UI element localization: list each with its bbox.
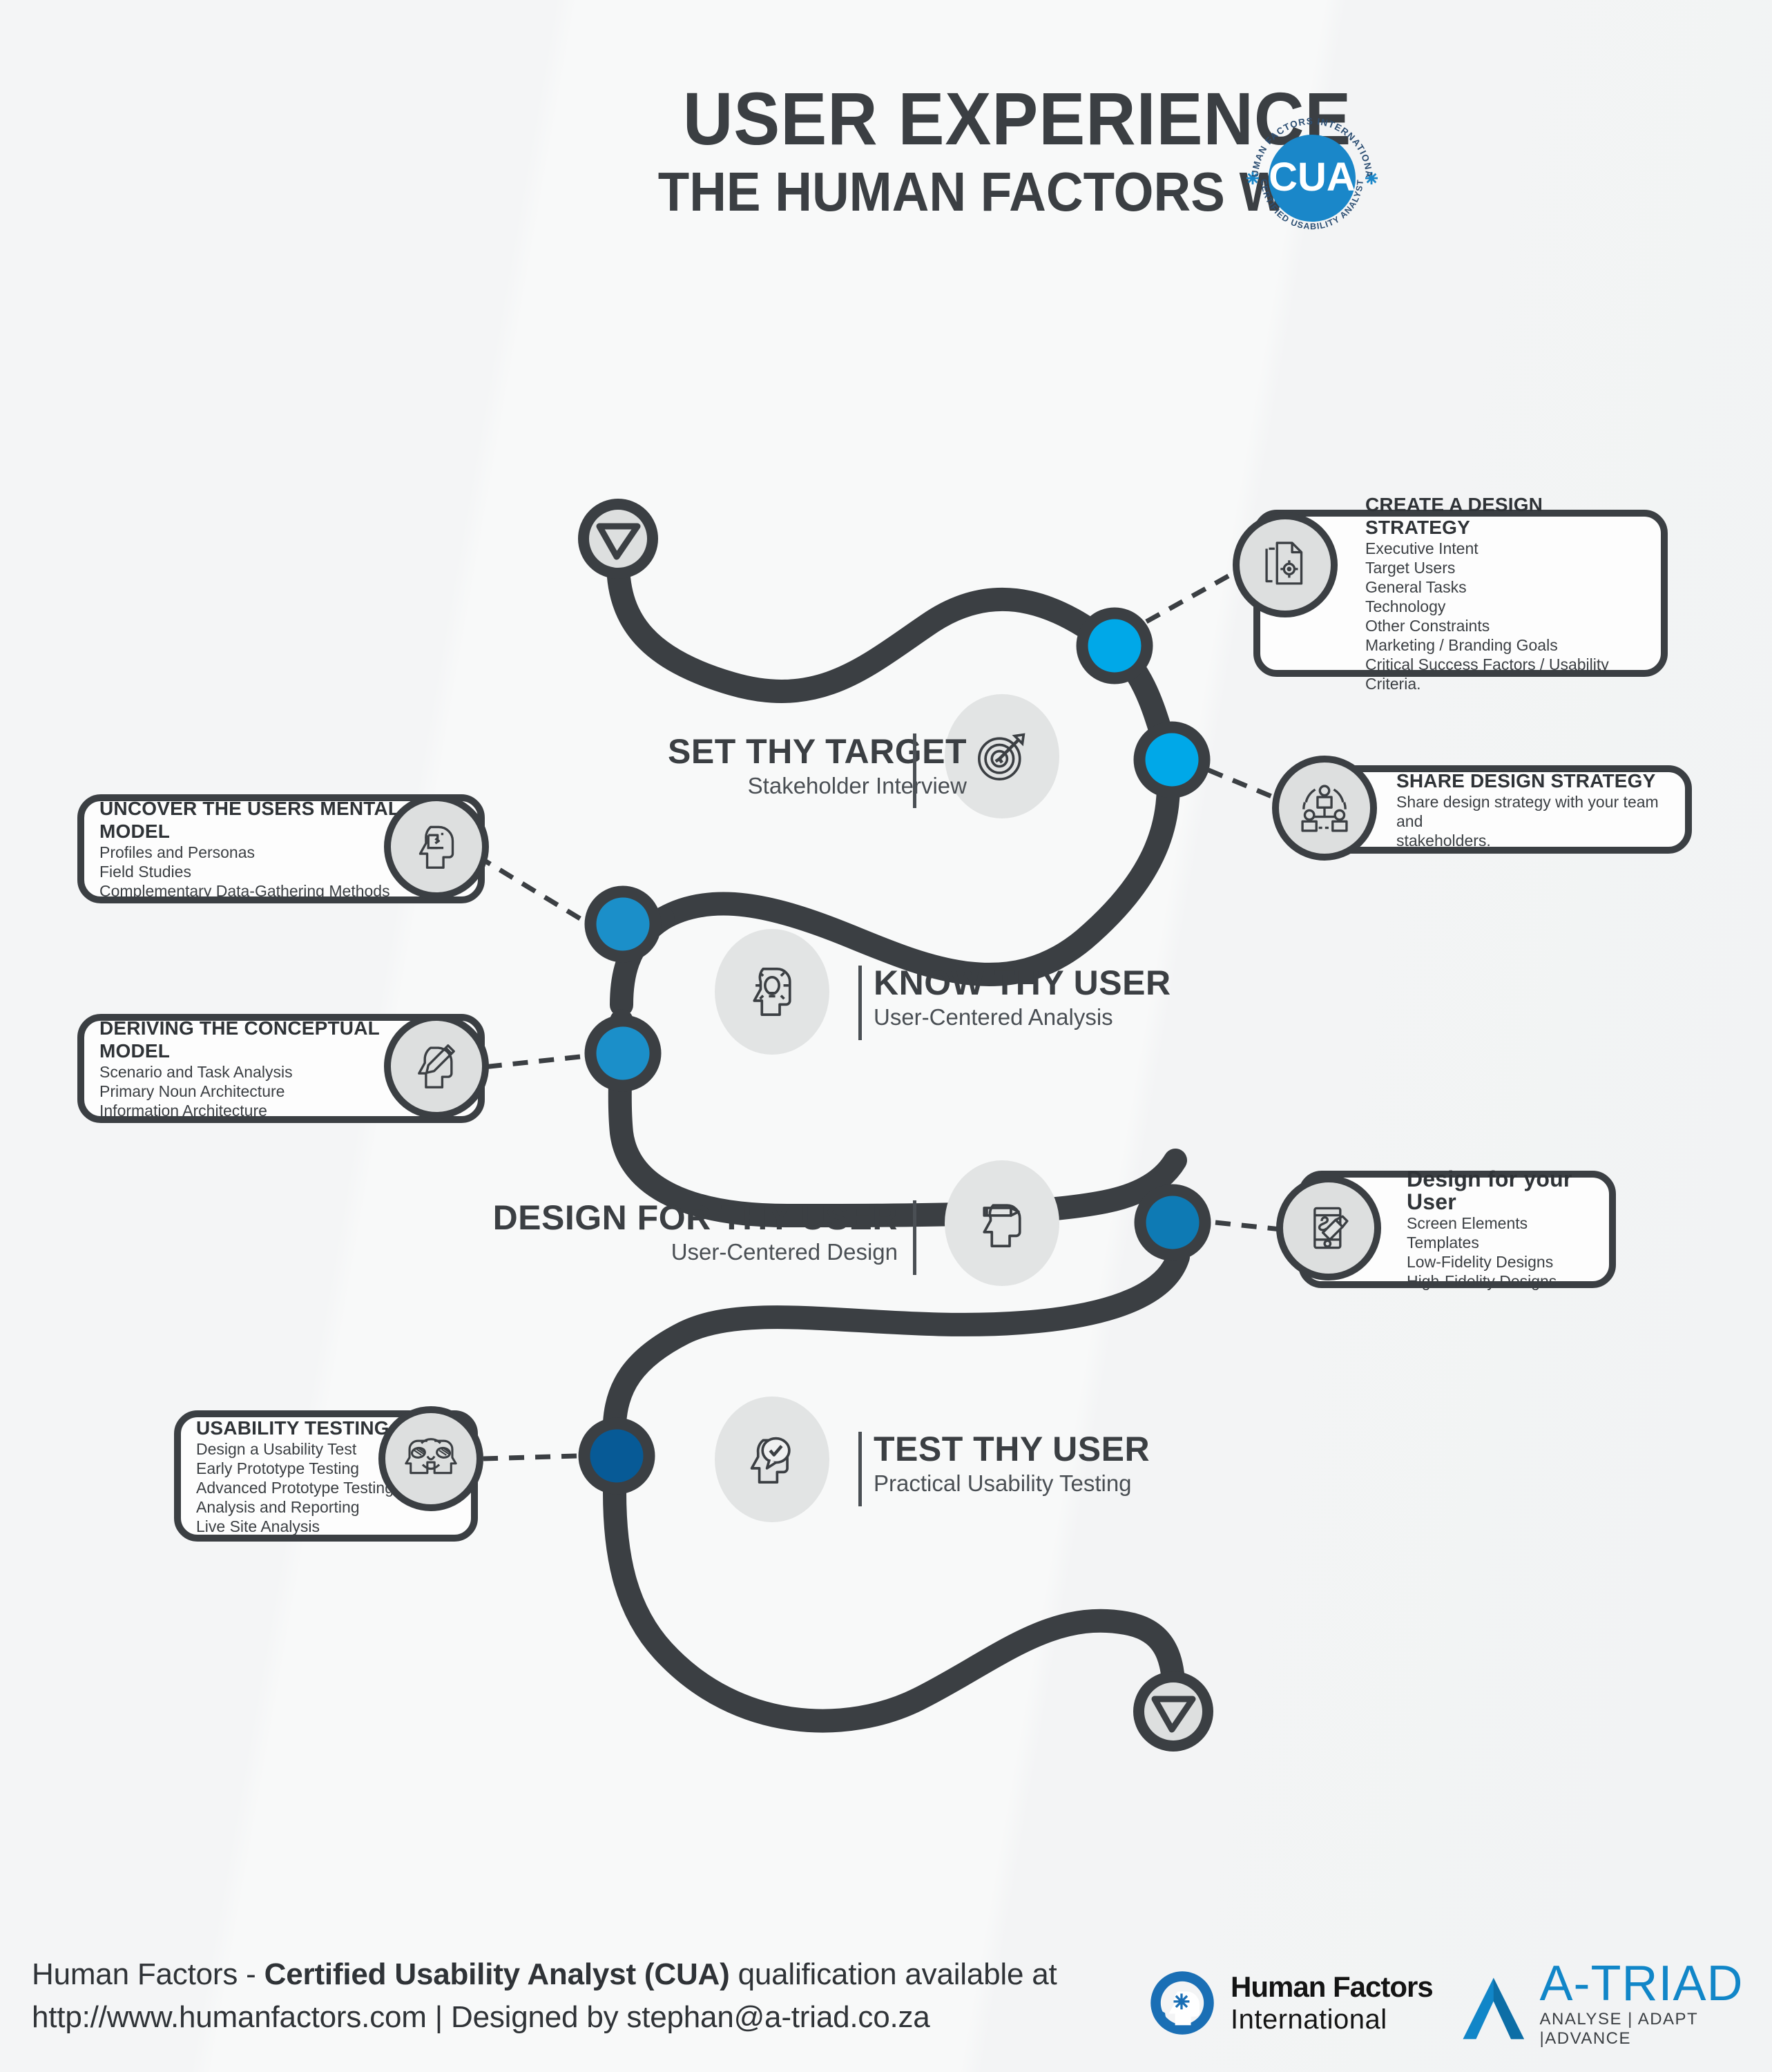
- stage-icon-know-thy-user: [715, 929, 829, 1055]
- footer: Human Factors - Certified Usability Anal…: [0, 1941, 1772, 2072]
- callout-line: Primary Noun Architecture: [99, 1082, 285, 1100]
- callout-badge-deriving-the-conceptual-model: [384, 1014, 489, 1119]
- stage-subtitle: Stakeholder Interview: [747, 773, 967, 798]
- stage-title: TEST THY USER: [874, 1430, 1150, 1468]
- head-flowchart-icon: [418, 825, 454, 869]
- divider-test-thy-user: [858, 1432, 862, 1506]
- head-pencil-sketch-icon: [418, 1044, 455, 1088]
- callout-badge-share-design-strategy: [1272, 756, 1377, 861]
- flow-segment-6: [603, 1245, 1190, 1435]
- callout-line: Live Site Analysis: [196, 1517, 320, 1535]
- callout-line: Field Studies: [99, 863, 191, 881]
- callout-heading: CREATE A DESIGN STRATEGY: [1365, 494, 1543, 538]
- callout-heading: DERIVING THE CONCEPTUAL MODEL: [99, 1017, 380, 1062]
- two-heads-testing-icon: [405, 1438, 457, 1475]
- callout-line: Information Architecture: [99, 1102, 267, 1120]
- callout-line: Other Constraints: [1365, 617, 1490, 635]
- stage-icon-design-for-thy-user: [945, 1160, 1059, 1286]
- node-create-strategy: [1076, 607, 1153, 684]
- footer-line1-post: qualification available at: [729, 1957, 1057, 1991]
- hfi-wordmark: Human Factors International: [1231, 1970, 1434, 2035]
- dash-connector-conceptual-model: [483, 1054, 581, 1070]
- callout-badge-uncover-the-users-mental-model: [384, 794, 489, 899]
- callout-line: Complementary Data-Gathering Methods: [99, 882, 390, 900]
- callout-line: Critical Success Factors / Usability Cri…: [1365, 655, 1609, 693]
- footer-line1-pre: Human Factors -: [32, 1957, 264, 1991]
- flow-segment-1: [606, 551, 1124, 703]
- stage-subtitle: Practical Usability Testing: [874, 1470, 1132, 1496]
- stage-title: SET THY TARGET: [668, 732, 967, 771]
- stage-title: KNOW THY USER: [874, 963, 1171, 1002]
- callout-line: General Tasks: [1365, 578, 1467, 596]
- a-triad-name: A-TRIAD: [1539, 1956, 1744, 2011]
- a-triad-wordmark: A-TRIAD ANALYSE | ADAPT |ADVANCE: [1540, 1959, 1772, 2049]
- flow-segment-5: [608, 1009, 1187, 1228]
- a-triad-chevron-icon: [1463, 1977, 1525, 2040]
- footer-line-1: Human Factors - Certified Usability Anal…: [32, 1953, 1057, 1996]
- callout-badge-usability-testing: [378, 1406, 483, 1511]
- node-conceptual-model: [584, 1015, 662, 1092]
- callout-line: Templates: [1407, 1234, 1479, 1251]
- stage-title: DESIGN FOR THY USER: [492, 1198, 898, 1237]
- hfi-line-2: International: [1231, 2004, 1387, 2035]
- callout-line: Target Users: [1365, 559, 1456, 577]
- hfi-mark-icon: [1150, 1971, 1214, 2035]
- footer-line-2[interactable]: http://www.humanfactors.com | Designed b…: [32, 1996, 1057, 2039]
- divider-design-for-thy-user: [913, 1200, 916, 1275]
- head-check-speech-icon: [750, 1437, 791, 1484]
- document-target-icon: [1265, 541, 1303, 585]
- stage-label-set-thy-target: SET THY TARGET Stakeholder Interview: [483, 732, 967, 800]
- callout-line: Marketing / Branding Goals: [1365, 636, 1558, 654]
- target-dartboard-icon: [978, 733, 1025, 780]
- callout-badge-design-for-your-user: [1276, 1176, 1381, 1280]
- stage-label-design-for-thy-user: DESIGN FOR THY USER User-Centered Design: [414, 1198, 898, 1266]
- flow-end-marker: [1133, 1671, 1213, 1752]
- stage-subtitle: User-Centered Design: [671, 1239, 898, 1265]
- node-mental-model: [584, 885, 662, 963]
- flow-segment-7: [603, 1480, 1186, 1733]
- divider-know-thy-user: [858, 966, 862, 1040]
- people-network-icon: [1301, 785, 1348, 832]
- stage-icon-test-thy-user: [715, 1397, 829, 1522]
- callout-line: stakeholders.: [1396, 831, 1491, 850]
- stage-subtitle: User-Centered Analysis: [874, 1004, 1113, 1030]
- footer-text: Human Factors - Certified Usability Anal…: [32, 1953, 1057, 2039]
- node-share-strategy: [1133, 721, 1211, 798]
- callout-line: Scenario and Task Analysis: [99, 1063, 293, 1081]
- infographic-canvas: USER EXPERIENCE THE HUMAN FACTORS WAY UM…: [0, 0, 1772, 2072]
- callout-line: Share design strategy with your team and: [1396, 792, 1659, 830]
- human-factors-international-logo: Human Factors International: [1146, 1967, 1434, 2039]
- stage-label-test-thy-user: TEST THY USER Practical Usability Testin…: [874, 1430, 1426, 1497]
- node-usability-testing: [578, 1417, 655, 1495]
- callout-line: Executive Intent: [1365, 539, 1479, 557]
- dash-connector-design-user: [1215, 1220, 1282, 1232]
- callout-heading: Design for your User: [1407, 1167, 1572, 1214]
- divider-set-thy-target: [913, 733, 916, 808]
- footer-line1-bold: Certified Usability Analyst (CUA): [264, 1957, 730, 1991]
- phone-stylus-icon: [1313, 1207, 1349, 1249]
- head-lightbulb-icon: [753, 968, 791, 1016]
- callout-line: Screen Elements: [1407, 1214, 1528, 1232]
- dash-connector-mental-model: [482, 858, 581, 921]
- a-triad-logo: A-TRIAD ANALYSE | ADAPT |ADVANCE: [1457, 1959, 1772, 2049]
- callout-line: Low-Fidelity Designs: [1407, 1253, 1554, 1271]
- callout-heading: UNCOVER THE USERS MENTAL MODEL: [99, 798, 400, 842]
- flow-start-marker: [578, 499, 658, 579]
- stage-label-know-thy-user: KNOW THY USER User-Centered Analysis: [874, 963, 1426, 1031]
- callout-line: High-Fidelity Designs: [1407, 1272, 1557, 1290]
- node-design-for-user: [1134, 1184, 1211, 1261]
- head-pencil-icon: [983, 1204, 1021, 1247]
- hfi-line-1: Human Factors: [1231, 1970, 1434, 2003]
- callout-line: Profiles and Personas: [99, 843, 256, 861]
- a-triad-tagline: ANALYSE | ADAPT |ADVANCE: [1539, 2010, 1698, 2048]
- callout-badge-create-a-design-strategy: [1233, 512, 1338, 617]
- callout-line: Analysis and Reporting: [196, 1497, 360, 1516]
- callout-heading: SHARE DESIGN STRATEGY: [1396, 769, 1656, 792]
- callout-line: Technology: [1365, 597, 1446, 615]
- dash-connector-usability-testing: [483, 1453, 577, 1461]
